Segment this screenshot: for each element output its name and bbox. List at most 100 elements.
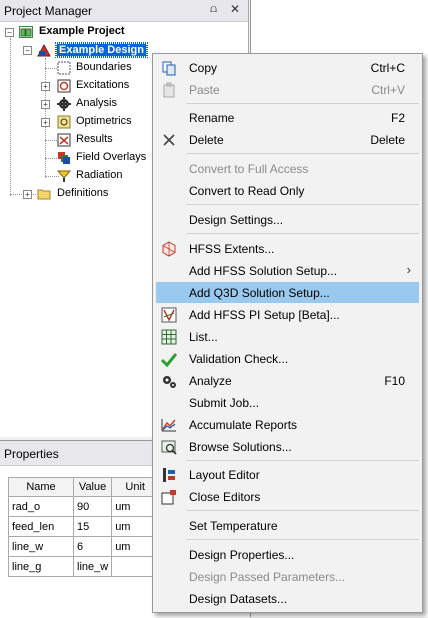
menu-label: Copy [189, 61, 218, 75]
cell-value[interactable]: line_w [72, 556, 113, 577]
menu-separator [186, 103, 419, 104]
radiation-icon [57, 170, 71, 182]
close-editors-icon [161, 490, 176, 505]
menu-label: Submit Job... [189, 396, 260, 410]
menu-separator [186, 539, 419, 540]
menu-shortcut: F2 [390, 111, 405, 125]
menu-label: List... [189, 330, 218, 344]
expand-icon[interactable]: + [41, 118, 50, 127]
menu-label: Delete [189, 133, 224, 147]
table-row[interactable]: line_g line_w [8, 556, 167, 577]
cell-value[interactable]: 6 [72, 536, 113, 557]
menu-separator [186, 233, 419, 234]
menu-item-add-hfss-solution-setup[interactable]: Add HFSS Solution Setup... › [156, 260, 419, 281]
menu-item-layout-editor[interactable]: Layout Editor [156, 464, 419, 485]
field-overlays-icon [58, 152, 70, 164]
list-grid-icon [161, 329, 177, 345]
cell-name[interactable]: line_g [8, 556, 74, 577]
menu-shortcut: Delete [370, 133, 405, 147]
menu-item-validation-check[interactable]: Validation Check... [156, 348, 419, 369]
menu-item-analyze[interactable]: Analyze F10 [156, 370, 419, 391]
menu-item-convert-full-access[interactable]: Convert to Full Access [156, 158, 419, 179]
menu-shortcut: Ctrl+V [371, 83, 405, 97]
menu-label: Set Temperature [189, 519, 278, 533]
menu-item-set-temperature[interactable]: Set Temperature [156, 515, 419, 536]
table-header-row: Name Value Unit [8, 477, 167, 497]
column-header-value[interactable]: Value [72, 477, 113, 497]
cell-name[interactable]: rad_o [8, 496, 74, 517]
delete-x-icon [163, 134, 175, 146]
close-icon[interactable]: ✕ [230, 2, 240, 16]
project-manager-title: Project Manager [4, 4, 93, 18]
hfss-extents-icon [162, 241, 176, 257]
browse-solutions-icon [161, 440, 177, 455]
menu-item-list[interactable]: List... [156, 326, 419, 347]
analysis-gear-icon [57, 97, 71, 111]
table-row[interactable]: feed_len 15 um [8, 516, 167, 537]
menu-separator [186, 460, 419, 461]
menu-label: HFSS Extents... [189, 242, 275, 256]
tree-node-project[interactable]: − Example Project [0, 24, 248, 40]
menu-label: Rename [189, 111, 235, 125]
collapse-icon[interactable]: − [23, 46, 32, 55]
menu-label: Design Properties... [189, 548, 295, 562]
menu-label: Add HFSS Solution Setup... [189, 264, 338, 278]
menu-separator [186, 153, 419, 154]
menu-label: Add Q3D Solution Setup... [189, 286, 330, 300]
tree-label: Optimetrics [76, 115, 132, 127]
properties-table: Name Value Unit rad_o 90 um feed_len 15 … [8, 477, 167, 577]
menu-separator [186, 204, 419, 205]
table-row[interactable]: line_w 6 um [8, 536, 167, 557]
boundaries-icon [57, 61, 71, 75]
menu-item-design-passed-parameters[interactable]: Design Passed Parameters... [156, 566, 419, 587]
menu-item-add-hfss-pi-setup[interactable]: Add HFSS PI Setup [Beta]... [156, 304, 419, 325]
menu-item-close-editors[interactable]: Close Editors [156, 486, 419, 507]
menu-item-accumulate-reports[interactable]: Accumulate Reports [156, 414, 419, 435]
expand-icon[interactable]: + [41, 82, 50, 91]
table-row[interactable]: rad_o 90 um [8, 496, 167, 517]
tree-label: Results [76, 133, 113, 145]
menu-label: Design Datasets... [189, 592, 288, 606]
tree-label: Boundaries [76, 61, 132, 73]
expand-icon[interactable]: + [41, 100, 50, 109]
project-icon [19, 26, 33, 38]
menu-label: Close Editors [189, 490, 261, 504]
cell-name[interactable]: line_w [8, 536, 74, 557]
menu-item-delete[interactable]: Delete Delete [156, 129, 419, 150]
excitations-icon [57, 79, 71, 93]
menu-item-hfss-extents[interactable]: HFSS Extents... [156, 238, 419, 259]
menu-label: Design Settings... [189, 213, 284, 227]
menu-item-design-properties[interactable]: Design Properties... [156, 544, 419, 565]
menu-shortcut: F10 [384, 374, 405, 388]
menu-item-add-q3d-solution-setup[interactable]: Add Q3D Solution Setup... [156, 282, 419, 303]
menu-item-copy[interactable]: Copy Ctrl+C [156, 57, 419, 78]
menu-item-convert-read-only[interactable]: Convert to Read Only [156, 180, 419, 201]
results-icon [57, 133, 71, 147]
cell-value[interactable]: 90 [72, 496, 113, 517]
project-manager-titlebar: Project Manager ⩍ ✕ [0, 0, 248, 22]
collapse-icon[interactable]: − [5, 28, 14, 37]
copy-icon [162, 61, 176, 76]
optimetrics-icon [57, 115, 71, 129]
menu-item-browse-solutions[interactable]: Browse Solutions... [156, 436, 419, 457]
design-label: Example Design [55, 42, 148, 58]
column-header-name[interactable]: Name [8, 477, 74, 497]
menu-label: Add HFSS PI Setup [Beta]... [189, 308, 340, 322]
menu-shortcut: Ctrl+C [370, 61, 405, 75]
cell-value[interactable]: 15 [72, 516, 113, 537]
tree-label: Definitions [57, 187, 109, 199]
menu-item-submit-job[interactable]: Submit Job... [156, 392, 419, 413]
expand-icon[interactable]: + [23, 190, 32, 199]
menu-item-paste[interactable]: Paste Ctrl+V [156, 79, 419, 100]
menu-item-rename[interactable]: Rename F2 [156, 107, 419, 128]
pin-icon[interactable]: ⩍ [210, 3, 217, 16]
tree-label: Field Overlays [76, 151, 147, 163]
paste-icon [163, 82, 175, 98]
project-label: Example Project [39, 25, 125, 37]
menu-label: Convert to Read Only [189, 184, 305, 198]
menu-item-design-settings[interactable]: Design Settings... [156, 209, 419, 230]
menu-label: Browse Solutions... [189, 440, 292, 454]
menu-item-design-datasets[interactable]: Design Datasets... [156, 588, 419, 609]
menu-label: Validation Check... [189, 352, 289, 366]
cell-name[interactable]: feed_len [8, 516, 74, 537]
